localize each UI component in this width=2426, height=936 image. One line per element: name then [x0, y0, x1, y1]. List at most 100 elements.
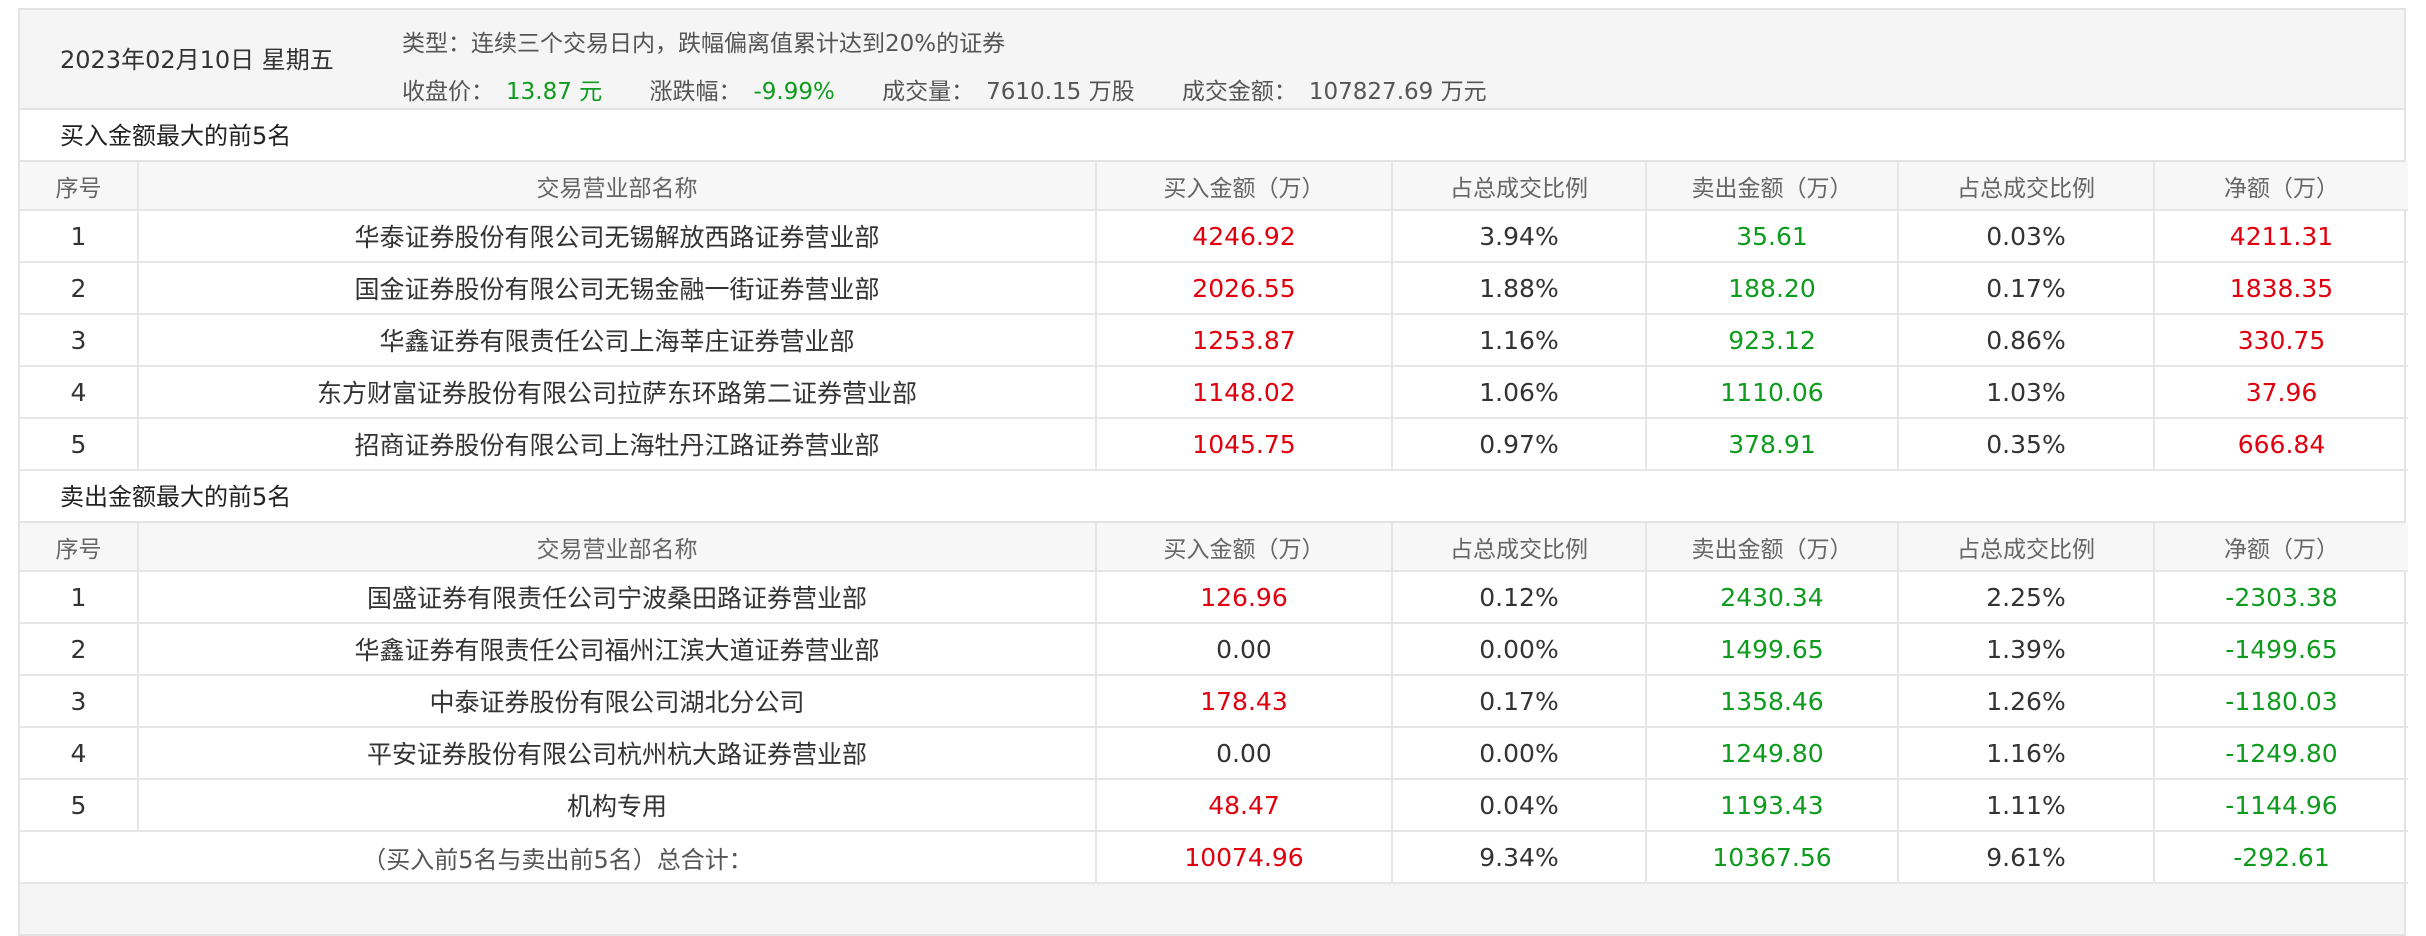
sell-amount-cell: 1193.43 — [1646, 779, 1899, 832]
buy-pct-cell: 1.06% — [1392, 366, 1647, 419]
col-net-amount: 净额（万） — [2154, 523, 2408, 572]
sell-pct-cell: 1.26% — [1898, 675, 2155, 728]
col-broker-name: 交易营业部名称 — [138, 162, 1097, 211]
sell-amount-cell: 188.20 — [1646, 262, 1899, 315]
buy-amount-cell: 48.47 — [1096, 779, 1393, 832]
buy-amount-cell: 1045.75 — [1096, 418, 1393, 471]
col-rank: 序号 — [20, 523, 139, 572]
sell-pct-cell: 0.03% — [1898, 210, 2155, 263]
broker-name-cell: 平安证券股份有限公司杭州杭大路证券营业部 — [138, 727, 1097, 780]
net-amount-cell: -1249.80 — [2154, 727, 2408, 780]
sell-top5-table: 序号 交易营业部名称 买入金额（万） 占总成交比例 卖出金额（万） 占总成交比例… — [20, 523, 2408, 884]
sell-amount-cell: 1110.06 — [1646, 366, 1899, 419]
buy-amount-cell: 1253.87 — [1096, 314, 1393, 367]
col-buy-pct: 占总成交比例 — [1392, 523, 1647, 572]
close-price-stat: 收盘价： 13.87 元 — [402, 79, 609, 105]
buy-pct-cell: 0.12% — [1392, 571, 1647, 624]
col-sell-pct: 占总成交比例 — [1898, 523, 2155, 572]
sell-amount-cell: 923.12 — [1646, 314, 1899, 367]
buy-amount-cell: 2026.55 — [1096, 262, 1393, 315]
col-rank: 序号 — [20, 162, 139, 211]
col-net-amount: 净额（万） — [2154, 162, 2408, 211]
rank-cell: 4 — [20, 727, 139, 780]
rank-cell: 2 — [20, 262, 139, 315]
broker-name-cell: 国金证券股份有限公司无锡金融一街证券营业部 — [138, 262, 1097, 315]
sell-pct-cell: 0.35% — [1898, 418, 2155, 471]
stock-summary-header: 2023年02月10日 星期五 类型：连续三个交易日内，跌幅偏离值累计达到20%… — [20, 10, 2404, 110]
buy-top5-table: 序号 交易营业部名称 买入金额（万） 占总成交比例 卖出金额（万） 占总成交比例… — [20, 162, 2408, 471]
sell-pct-cell: 1.16% — [1898, 727, 2155, 780]
net-amount-cell: -1180.03 — [2154, 675, 2408, 728]
volume-value: 7610.15 万股 — [986, 79, 1135, 105]
col-buy-amount: 买入金额（万） — [1096, 523, 1393, 572]
col-sell-pct: 占总成交比例 — [1898, 162, 2155, 211]
rank-cell: 1 — [20, 571, 139, 624]
change-pct-stat: 涨跌幅： -9.99% — [649, 79, 842, 105]
change-pct-value: -9.99% — [753, 79, 835, 105]
broker-name-cell: 华鑫证券有限责任公司福州江滨大道证券营业部 — [138, 623, 1097, 676]
net-amount-cell: 37.96 — [2154, 366, 2408, 419]
rank-cell: 5 — [20, 779, 139, 832]
broker-name-cell: 招商证券股份有限公司上海牡丹江路证券营业部 — [138, 418, 1097, 471]
net-amount-cell: -1144.96 — [2154, 779, 2408, 832]
sell-pct-cell: 0.17% — [1898, 262, 2155, 315]
total-net-amount: -292.61 — [2154, 831, 2408, 884]
sell-amount-cell: 1358.46 — [1646, 675, 1899, 728]
buy-pct-cell: 1.16% — [1392, 314, 1647, 367]
panel-footer — [20, 884, 2404, 934]
broker-name-cell: 东方财富证券股份有限公司拉萨东环路第二证券营业部 — [138, 366, 1097, 419]
rank-cell: 1 — [20, 210, 139, 263]
net-amount-cell: 1838.35 — [2154, 262, 2408, 315]
table-row: 1 华泰证券股份有限公司无锡解放西路证券营业部 4246.92 3.94% 35.61 0… — [20, 210, 2408, 263]
total-row: （买入前5名与卖出前5名）总合计： 10074.96 9.34% 10367.5… — [20, 831, 2408, 884]
buy-pct-cell: 0.00% — [1392, 727, 1647, 780]
table-row: 5 机构专用 48.47 0.04% 1193.43 1.11% -1144.96 — [20, 779, 2408, 832]
table-row: 1 国盛证券有限责任公司宁波桑田路证券营业部 126.96 0.12% 2430.34 2… — [20, 571, 2408, 624]
amount-value: 107827.69 万元 — [1308, 79, 1487, 105]
trade-date: 2023年02月10日 星期五 — [60, 46, 334, 74]
buy-amount-cell: 0.00 — [1096, 623, 1393, 676]
table-header-row: 序号 交易营业部名称 买入金额（万） 占总成交比例 卖出金额（万） 占总成交比例… — [20, 523, 2408, 572]
total-label: （买入前5名与卖出前5名）总合计： — [20, 831, 1097, 884]
buy-pct-cell: 0.17% — [1392, 675, 1647, 728]
buy-pct-cell: 1.88% — [1392, 262, 1647, 315]
net-amount-cell: -1499.65 — [2154, 623, 2408, 676]
table-row: 2 华鑫证券有限责任公司福州江滨大道证券营业部 0.00 0.00% 1499.65 1.… — [20, 623, 2408, 676]
net-amount-cell: -2303.38 — [2154, 571, 2408, 624]
buy-amount-cell: 0.00 — [1096, 727, 1393, 780]
rank-cell: 4 — [20, 366, 139, 419]
buy-section-title: 买入金额最大的前5名 — [20, 110, 2404, 162]
sell-pct-cell: 1.39% — [1898, 623, 2155, 676]
volume-stat: 成交量： 7610.15 万股 — [882, 79, 1142, 105]
total-buy-amount: 10074.96 — [1096, 831, 1393, 884]
net-amount-cell: 330.75 — [2154, 314, 2408, 367]
close-price-value: 13.87 元 — [506, 79, 603, 105]
table-row: 3 中泰证券股份有限公司湖北分公司 178.43 0.17% 1358.46 1.26% -… — [20, 675, 2408, 728]
broker-name-cell: 华鑫证券有限责任公司上海莘庄证券营业部 — [138, 314, 1097, 367]
col-sell-amount: 卖出金额（万） — [1646, 162, 1899, 211]
buy-amount-cell: 126.96 — [1096, 571, 1393, 624]
table-row: 4 平安证券股份有限公司杭州杭大路证券营业部 0.00 0.00% 1249.80 1.1… — [20, 727, 2408, 780]
buy-amount-cell: 178.43 — [1096, 675, 1393, 728]
buy-pct-cell: 0.00% — [1392, 623, 1647, 676]
change-pct-label: 涨跌幅： — [649, 79, 742, 105]
sell-amount-cell: 2430.34 — [1646, 571, 1899, 624]
sell-amount-cell: 1499.65 — [1646, 623, 1899, 676]
broker-name-cell: 中泰证券股份有限公司湖北分公司 — [138, 675, 1097, 728]
table-row: 4 东方财富证券股份有限公司拉萨东环路第二证券营业部 1148.02 1.06% 111… — [20, 366, 2408, 419]
broker-name-cell: 华泰证券股份有限公司无锡解放西路证券营业部 — [138, 210, 1097, 263]
table-header-row: 序号 交易营业部名称 买入金额（万） 占总成交比例 卖出金额（万） 占总成交比例… — [20, 162, 2408, 211]
table-row: 3 华鑫证券有限责任公司上海莘庄证券营业部 1253.87 1.16% 923.12 0.… — [20, 314, 2408, 367]
sell-amount-cell: 35.61 — [1646, 210, 1899, 263]
buy-pct-cell: 3.94% — [1392, 210, 1647, 263]
amount-label: 成交金额： — [1181, 79, 1297, 105]
sell-amount-cell: 378.91 — [1646, 418, 1899, 471]
sell-pct-cell: 2.25% — [1898, 571, 2155, 624]
rank-cell: 5 — [20, 418, 139, 471]
col-sell-amount: 卖出金额（万） — [1646, 523, 1899, 572]
buy-amount-cell: 4246.92 — [1096, 210, 1393, 263]
total-sell-amount: 10367.56 — [1646, 831, 1899, 884]
buy-pct-cell: 0.97% — [1392, 418, 1647, 471]
total-buy-pct: 9.34% — [1392, 831, 1647, 884]
col-broker-name: 交易营业部名称 — [138, 523, 1097, 572]
